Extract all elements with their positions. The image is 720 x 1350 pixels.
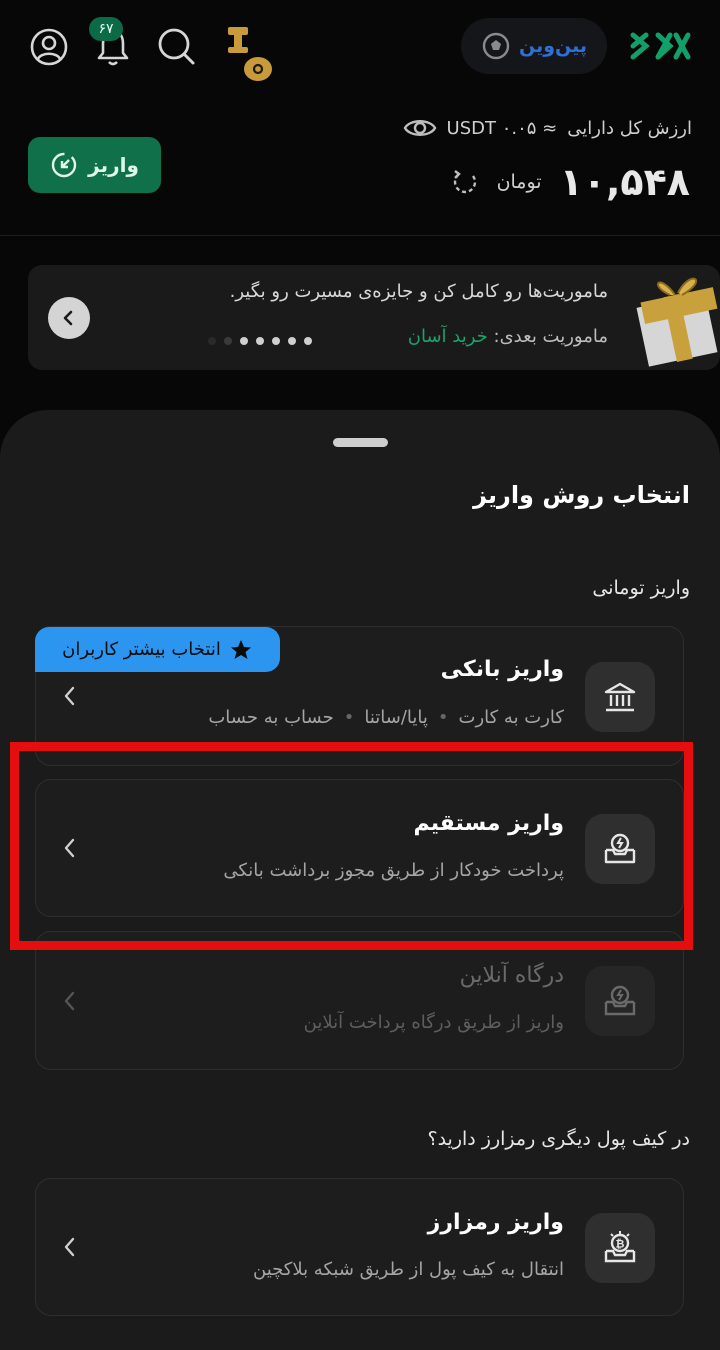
carousel-dot[interactable] — [288, 337, 296, 345]
online-gateway-subtitle: واریز از طریق درگاه پرداخت آنلاین — [303, 1012, 564, 1033]
svg-text:₿: ₿ — [616, 1238, 625, 1251]
top-bar: ۶۷ پین‌وین — [0, 0, 720, 95]
carousel-dot[interactable] — [208, 337, 216, 345]
bank-method-account: حساب به حساب — [208, 707, 334, 728]
chevron-left-icon — [62, 837, 78, 859]
mission-next-link[interactable]: خرید آسان — [408, 326, 488, 347]
section-crypto-title: در کیف پول دیگری رمزارز دارید؟ — [427, 1128, 690, 1150]
carousel-dot[interactable] — [240, 337, 248, 345]
crypto-deposit-title: واریز رمزارز — [427, 1210, 564, 1235]
soccer-ball-icon — [481, 31, 511, 61]
promo-pill[interactable]: پین‌وین — [461, 18, 607, 74]
carousel-dot[interactable] — [256, 337, 264, 345]
crypto-deposit-subtitle: انتقال به کیف پول از طریق شبکه بلاکچین — [253, 1259, 564, 1280]
bank-deposit-title: واریز بانکی — [440, 657, 564, 682]
direct-deposit-card[interactable]: واریز مستقیم پرداخت خودکار از طریق مجوز … — [35, 779, 684, 917]
sheet-handle[interactable] — [333, 438, 388, 447]
mission-next-label: ماموریت بعدی: — [493, 326, 608, 347]
profile-icon[interactable] — [28, 26, 70, 68]
refresh-icon[interactable] — [451, 168, 479, 196]
bank-method-card: کارت به کارت — [458, 707, 565, 728]
bank-deposit-methods: کارت به کارت•پایا/ساتنا•حساب به حساب — [208, 707, 564, 728]
direct-deposit-subtitle: پرداخت خودکار از طریق مجوز برداشت بانکی — [223, 860, 564, 881]
section-toman-title: واریز تومانی — [592, 577, 690, 599]
most-chosen-label: انتخاب بیشتر کاربران — [62, 639, 221, 660]
direct-deposit-icon — [585, 814, 655, 884]
chevron-left-icon — [63, 310, 73, 326]
balance-label-row: ارزش کل دارایی ≈ USDT ۰.۰۵ — [403, 115, 692, 141]
online-gateway-card: درگاه آنلاین واریز از طریق درگاه پرداخت … — [35, 931, 684, 1070]
mission-next-row: ماموریت بعدی: خرید آسان — [408, 326, 608, 347]
mission-next-button[interactable] — [48, 297, 90, 339]
search-icon[interactable] — [155, 25, 197, 67]
carousel-dots — [208, 337, 312, 345]
mission-banner[interactable]: ماموریت‌ها رو کامل کن و جایزه‌ی مسیرت رو… — [28, 265, 720, 370]
exchange-logo — [630, 30, 692, 62]
online-gateway-title: درگاه آنلاین — [459, 963, 564, 988]
sheet-title: انتخاب روش واریز — [473, 481, 690, 509]
mission-text: ماموریت‌ها رو کامل کن و جایزه‌ی مسیرت رو… — [229, 281, 608, 302]
trophy-coin-icon[interactable] — [222, 22, 274, 84]
carousel-dot[interactable] — [272, 337, 280, 345]
balance-amount-row: ۱۰,۵۴۸ تومان — [451, 160, 690, 204]
carousel-dot[interactable] — [224, 337, 232, 345]
chevron-left-icon — [62, 990, 78, 1012]
deposit-arrow-icon — [50, 151, 78, 179]
total-assets-label: ارزش کل دارایی — [567, 117, 692, 139]
balance-amount: ۱۰,۵۴۸ — [559, 160, 690, 204]
usdt-value: ≈ USDT ۰.۰۵ — [446, 117, 558, 139]
chevron-left-icon — [62, 1236, 78, 1258]
bank-icon — [585, 662, 655, 732]
star-icon — [229, 638, 253, 662]
crypto-deposit-icon: ₿ — [585, 1213, 655, 1283]
deposit-label: واریز — [88, 153, 139, 177]
carousel-dot[interactable] — [304, 337, 312, 345]
notification-badge: ۶۷ — [89, 17, 123, 41]
chevron-left-icon — [62, 685, 78, 707]
gift-icon — [620, 265, 720, 370]
eye-icon[interactable] — [403, 115, 437, 141]
online-gateway-icon — [585, 966, 655, 1036]
balance-unit: تومان — [496, 171, 542, 193]
deposit-button[interactable]: واریز — [28, 137, 161, 193]
bank-method-paya: پایا/ساتنا — [364, 707, 428, 728]
direct-deposit-title: واریز مستقیم — [413, 811, 564, 836]
most-chosen-ribbon: انتخاب بیشتر کاربران — [35, 627, 280, 672]
crypto-deposit-card[interactable]: ₿ واریز رمزارز انتقال به کیف پول از طریق… — [35, 1178, 684, 1316]
promo-label: پین‌وین — [518, 35, 588, 57]
header-divider — [0, 235, 720, 236]
